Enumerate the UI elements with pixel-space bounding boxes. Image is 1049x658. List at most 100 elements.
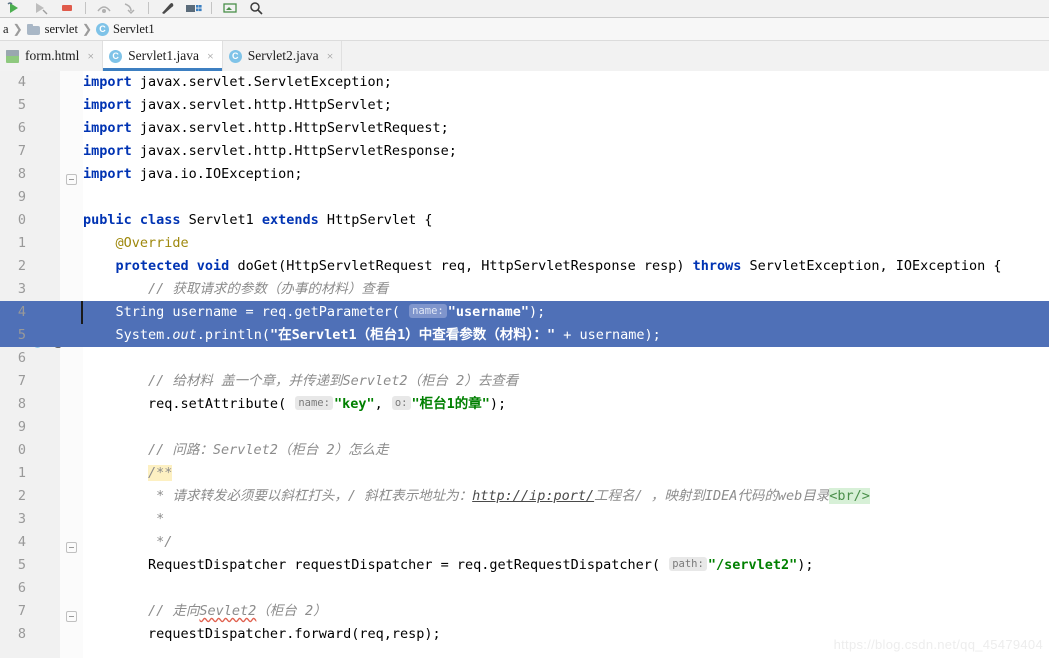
line-number: 4 [17, 74, 26, 90]
step-into-icon[interactable] [117, 0, 143, 17]
code-line[interactable]: 0 public class Servlet1 extends HttpServ… [0, 209, 1049, 232]
folder-icon [26, 23, 41, 35]
step-into-icon-glyph [124, 3, 135, 15]
breadcrumb-item-class[interactable]: C Servlet1 [93, 22, 158, 37]
code-line[interactable]: 8 import java.io.IOException; [0, 163, 1049, 186]
preview-icon[interactable] [217, 0, 243, 17]
code-line[interactable]: 6 [0, 577, 1049, 600]
wrench-icon[interactable] [154, 0, 180, 17]
main-toolbar [0, 0, 1049, 18]
code-editor[interactable]: ↑ @ 4 import javax.servlet.ServletExcept… [0, 71, 1049, 658]
code-line[interactable]: 6 import javax.servlet.http.HttpServletR… [0, 117, 1049, 140]
tab-form-html[interactable]: form.html × [0, 41, 104, 71]
code-line[interactable]: 5 import javax.servlet.http.HttpServlet; [0, 94, 1049, 117]
breadcrumb-item-module[interactable]: a [0, 22, 12, 37]
code-line[interactable]: 9 [0, 416, 1049, 439]
code-line[interactable]: 1 @Override [0, 232, 1049, 255]
step-over-icon[interactable] [91, 0, 117, 17]
line-content: String username = req.getParameter( name… [83, 304, 546, 320]
line-number: 9 [17, 419, 26, 435]
layout-icon-glyph [185, 5, 202, 12]
code-line[interactable]: 3 // 获取请求的参数（办事的材料）查看 [0, 278, 1049, 301]
line-number: 2 [17, 258, 26, 274]
typo-word: Sevlet2 [199, 603, 257, 619]
line-content: import javax.servlet.http.HttpServlet; [83, 97, 392, 113]
step-over-icon-glyph [97, 6, 111, 13]
line-content: protected void doGet(HttpServletRequest … [115, 258, 1002, 274]
line-content: import javax.servlet.ServletException; [83, 74, 392, 90]
run-icon[interactable] [2, 0, 28, 17]
line-content: req.setAttribute( name: "key", o: "柜台1的章")… [83, 396, 507, 412]
tab-servlet2-java[interactable]: C Servlet2.java × [222, 41, 343, 71]
code-line[interactable]: 3 * [0, 508, 1049, 531]
line-number: 5 [17, 557, 26, 573]
line-number: 9 [17, 189, 26, 205]
code-line[interactable]: 1 /** [0, 462, 1049, 485]
code-line[interactable]: 0 // 问路：Servlet2（柜台 2）怎么走 [0, 439, 1049, 462]
layout-icon[interactable] [180, 0, 206, 17]
line-content: * 请求转发必须要以斜杠打头，/ 斜杠表示地址为：http://ip:port/… [83, 488, 870, 504]
line-number: 8 [17, 626, 26, 642]
line-number: 8 [17, 396, 26, 412]
code-line[interactable]: 4 import javax.servlet.ServletException; [0, 71, 1049, 94]
line-content: requestDispatcher.forward(req,resp); [83, 626, 441, 642]
editor-tab-bar: form.html × C Servlet1.java × C Servlet2… [0, 41, 1049, 72]
search-icon[interactable] [243, 0, 269, 17]
line-content: RequestDispatcher requestDispatcher = re… [83, 557, 814, 573]
line-content: // 给材料 盖一个章，并传递到Servlet2（柜台 2）去查看 [83, 373, 519, 389]
line-number: 6 [17, 120, 26, 136]
class-icon: C [96, 22, 110, 36]
tab-close-icon[interactable]: × [207, 49, 214, 64]
code-lines: 4 import javax.servlet.ServletException;… [0, 71, 1049, 658]
toolbar-separator [211, 2, 212, 14]
idea-window: a ❯ servlet ❯ C Servlet1 form.html × C S… [0, 0, 1049, 658]
line-number: 0 [17, 442, 26, 458]
java-class-icon: C [109, 49, 123, 63]
breadcrumb-label-class: Servlet1 [113, 21, 155, 36]
html-file-icon [6, 49, 19, 63]
line-number: 6 [17, 580, 26, 596]
line-number: 1 [17, 465, 26, 481]
line-number: 1 [17, 235, 26, 251]
inline-hint-name: name: [295, 396, 333, 410]
debug-icon[interactable] [28, 0, 54, 17]
inline-hint-name: name: [409, 304, 447, 318]
code-line[interactable]: 9 [0, 186, 1049, 209]
code-line-selected[interactable]: 4 String username = req.getParameter( na… [0, 301, 1049, 324]
breadcrumb-item-package[interactable]: servlet [24, 22, 81, 37]
javadoc-url-link[interactable]: http://ip:port/ [472, 488, 594, 504]
line-content: // 获取请求的参数（办事的材料）查看 [83, 281, 389, 297]
code-line[interactable]: 4 */ [0, 531, 1049, 554]
breadcrumb-separator: ❯ [12, 21, 23, 36]
code-line[interactable]: 7 // 走向Sevlet2（柜台 2） [0, 600, 1049, 623]
code-line[interactable]: 2 protected void doGet(HttpServletReques… [0, 255, 1049, 278]
code-line-selected[interactable]: 5 System.out.println("在Servlet1（柜台1）中查看参… [0, 324, 1049, 347]
code-line[interactable]: 7 import javax.servlet.http.HttpServletR… [0, 140, 1049, 163]
search-icon-glyph [250, 2, 263, 15]
tab-label: form.html [25, 48, 80, 63]
code-line[interactable]: 8 req.setAttribute( name: "key", o: "柜台1的章… [0, 393, 1049, 416]
line-number: 7 [17, 603, 26, 619]
tab-servlet1-java[interactable]: C Servlet1.java × [103, 41, 223, 71]
watermark: https://blog.csdn.net/qq_45479404 [833, 637, 1043, 652]
code-line[interactable]: 5 RequestDispatcher requestDispatcher = … [0, 554, 1049, 577]
preview-icon-glyph [223, 3, 237, 13]
line-number: 7 [17, 143, 26, 159]
tab-close-icon[interactable]: × [327, 49, 334, 64]
breadcrumb-label-module: a [3, 21, 9, 36]
line-content: * [83, 511, 165, 527]
javadoc-br-tag: <br/> [829, 488, 870, 504]
tab-close-icon[interactable]: × [87, 49, 94, 64]
stop-icon[interactable] [54, 0, 80, 17]
line-number: 4 [17, 534, 26, 550]
line-number: 7 [17, 373, 26, 389]
code-line[interactable]: 7 // 给材料 盖一个章，并传递到Servlet2（柜台 2）去查看 [0, 370, 1049, 393]
line-number: 3 [17, 511, 26, 527]
inline-hint-path: path: [669, 557, 707, 571]
breadcrumb: a ❯ servlet ❯ C Servlet1 [0, 18, 1049, 41]
code-line[interactable]: 2 * 请求转发必须要以斜杠打头，/ 斜杠表示地址为：http://ip:por… [0, 485, 1049, 508]
line-content: // 走向Sevlet2（柜台 2） [83, 603, 327, 619]
run-icon-glyph [7, 2, 18, 13]
code-line[interactable]: 6 [0, 347, 1049, 370]
line-content: import javax.servlet.http.HttpServletReq… [83, 120, 449, 136]
